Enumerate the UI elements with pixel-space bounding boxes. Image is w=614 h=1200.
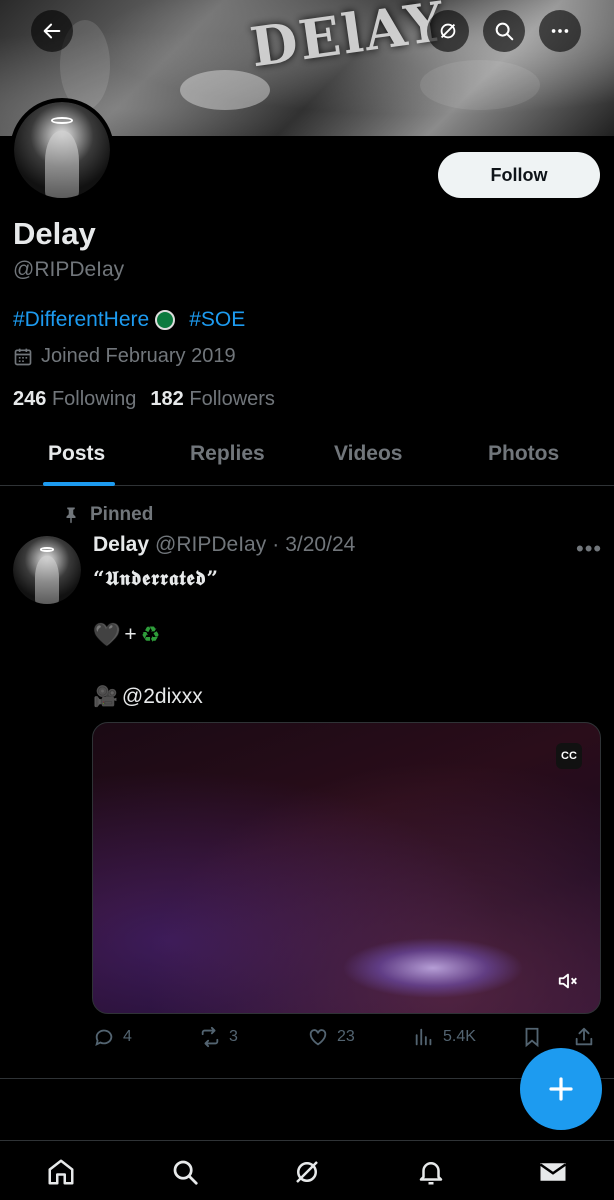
- hashtag-soe[interactable]: #SOE: [189, 308, 245, 332]
- post-header: Delay @RIPDeIay · 3/20/24: [93, 533, 355, 557]
- joined-text: Joined February 2019: [41, 345, 236, 367]
- captions-button[interactable]: CC: [556, 743, 582, 769]
- profile-tabs: Posts Replies Videos Photos: [0, 432, 614, 486]
- post-more-icon[interactable]: •••: [576, 536, 602, 562]
- plus-icon: [549, 1077, 573, 1101]
- banner-text: DElAY: [246, 0, 450, 80]
- profile-avatar[interactable]: [10, 98, 114, 202]
- post-date[interactable]: 3/20/24: [285, 533, 355, 557]
- post-video[interactable]: CC: [92, 722, 601, 1014]
- tab-videos[interactable]: Videos: [334, 442, 402, 466]
- celtics-logo-icon: [155, 310, 176, 330]
- post-text-title: “𝖀𝖓𝖉𝖊𝖗𝖗𝖆𝖙𝖊𝖉”: [93, 566, 220, 590]
- like-button[interactable]: 23: [307, 1026, 355, 1048]
- mention-2dixxx[interactable]: @2dixxx: [122, 685, 203, 709]
- following-count: 246: [13, 388, 47, 410]
- more-options-button[interactable]: [539, 10, 581, 52]
- home-icon: [48, 1159, 74, 1185]
- followers-count: 182: [150, 388, 184, 410]
- search-button[interactable]: [483, 10, 525, 52]
- bell-icon: [419, 1162, 443, 1185]
- following-label: Following: [51, 388, 137, 410]
- compose-post-button[interactable]: [520, 1048, 602, 1130]
- back-button[interactable]: [31, 10, 73, 52]
- post-separator: ·: [272, 533, 280, 556]
- views-chart-icon: [415, 1028, 432, 1046]
- profile-bio: #DifferentHere #SOE: [13, 308, 245, 332]
- repost-button[interactable]: 3: [199, 1026, 238, 1048]
- follow-button[interactable]: Follow: [438, 152, 600, 198]
- profile-handle: @RIPDeIay: [13, 258, 125, 281]
- joined-date: Joined February 2019: [13, 345, 236, 368]
- video-camera-icon: 🎥: [93, 686, 118, 708]
- pin-icon: [66, 507, 76, 524]
- post-author-handle[interactable]: @RIPDeIay: [155, 533, 266, 557]
- nav-grok[interactable]: [292, 1157, 322, 1187]
- tab-replies[interactable]: Replies: [190, 442, 265, 466]
- nav-home[interactable]: [46, 1157, 76, 1187]
- grok-icon: [296, 1161, 318, 1183]
- reply-count: 4: [123, 1028, 132, 1045]
- grok-button[interactable]: [427, 10, 469, 52]
- pinned-indicator: Pinned: [62, 504, 153, 526]
- repost-count: 3: [229, 1028, 238, 1045]
- repost-icon: [201, 1026, 219, 1048]
- view-count: 5.4K: [443, 1028, 476, 1045]
- bottom-navigation: [0, 1140, 614, 1200]
- muted-speaker-icon: [558, 973, 577, 989]
- post-text-emojis: 🖤 + ♻: [93, 622, 160, 648]
- post-author-name[interactable]: Delay: [93, 533, 149, 557]
- calendar-icon: [14, 348, 32, 365]
- nav-notifications[interactable]: [416, 1157, 446, 1187]
- reply-button[interactable]: 4: [93, 1026, 132, 1048]
- nav-search[interactable]: [170, 1157, 200, 1187]
- grok-icon: [440, 23, 456, 39]
- arrow-left-icon: [43, 23, 61, 39]
- hashtag-differenthere[interactable]: #DifferentHere: [13, 308, 149, 332]
- like-count: 23: [337, 1028, 355, 1045]
- plus-text: +: [124, 623, 137, 646]
- heart-icon: [309, 1029, 327, 1046]
- followers-label: Followers: [189, 388, 275, 410]
- views-button[interactable]: 5.4K: [413, 1026, 476, 1048]
- follow-stats: 246 Following 182 Followers: [13, 388, 275, 411]
- share-icon: [575, 1027, 593, 1046]
- search-icon: [173, 1160, 198, 1185]
- reply-icon: [95, 1029, 113, 1047]
- post-actions: 4 3 23 5.4K: [93, 1026, 603, 1052]
- tab-photos[interactable]: Photos: [488, 442, 559, 466]
- recycle-icon: ♻: [140, 622, 161, 647]
- post-author-avatar[interactable]: [13, 536, 81, 604]
- bookmark-icon: [525, 1027, 539, 1048]
- post-text-credit: 🎥 @2dixxx: [93, 684, 203, 709]
- active-tab-indicator: [43, 482, 115, 486]
- following-link[interactable]: 246 Following: [13, 388, 136, 411]
- mail-icon: [539, 1163, 567, 1181]
- share-button[interactable]: [573, 1026, 595, 1048]
- profile-name: Delay: [13, 216, 96, 251]
- bookmark-button[interactable]: [521, 1026, 543, 1048]
- black-heart-icon: 🖤: [93, 622, 121, 647]
- search-icon: [495, 22, 514, 41]
- tab-posts[interactable]: Posts: [48, 442, 105, 466]
- mute-button[interactable]: [554, 967, 582, 995]
- pinned-label: Pinned: [90, 504, 154, 525]
- nav-messages[interactable]: [538, 1157, 568, 1187]
- more-icon: [551, 29, 569, 33]
- followers-link[interactable]: 182 Followers: [150, 388, 275, 411]
